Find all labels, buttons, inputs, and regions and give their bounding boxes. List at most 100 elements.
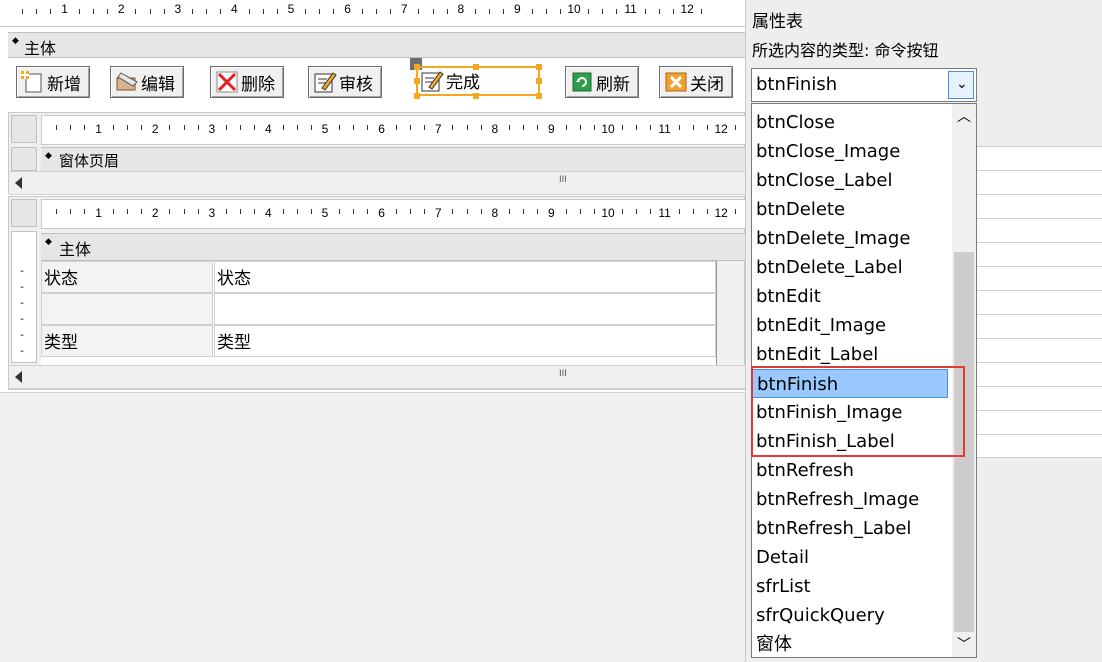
ruler-tick [56, 209, 58, 214]
resize-handle[interactable] [414, 93, 420, 99]
ruler-tick [84, 209, 86, 214]
command-button-review[interactable]: 审核 [308, 66, 382, 98]
new-record-icon [21, 70, 45, 94]
ruler-tick [701, 9, 703, 14]
ruler-number: 5 [287, 2, 295, 16]
ruler-tick [112, 209, 114, 214]
empty-design-area [0, 392, 745, 662]
ruler-tick [183, 125, 185, 130]
ruler-tick [220, 9, 222, 14]
resize-handle[interactable] [473, 93, 479, 99]
horizontal-scrollbar[interactable]: III [9, 171, 746, 195]
dropdown-option[interactable]: 窗体 [752, 630, 948, 657]
section-collapse-icon: ◆ [45, 237, 52, 247]
ruler-tick [395, 125, 397, 130]
resize-handle[interactable] [536, 78, 542, 84]
chevron-down-icon[interactable]: ﹀ [957, 634, 971, 654]
ruler-tick [409, 209, 411, 214]
field-label-type[interactable]: 类型 [41, 325, 213, 357]
field-label-blurred[interactable] [41, 293, 213, 325]
section-bar-form-header[interactable]: ◆ 窗体页眉 [41, 147, 746, 173]
dropdown-button[interactable]: ⌄ [948, 71, 974, 99]
command-button-delete[interactable]: 删除 [210, 66, 284, 98]
resize-handle[interactable] [536, 93, 542, 99]
vertical-ruler-mark: - [20, 344, 24, 357]
field-label-status[interactable]: 状态 [41, 261, 213, 293]
ruler-tick [310, 125, 312, 130]
dropdown-option[interactable]: btnClose_Label [752, 166, 948, 195]
grid-line [977, 194, 1102, 195]
ruler-tick [56, 125, 58, 130]
vertical-ruler: - - - - - - [11, 231, 37, 363]
finish-icon [420, 69, 444, 93]
grid-line [977, 386, 1102, 387]
command-button-edit[interactable]: 编辑 [110, 66, 184, 98]
scroll-left-arrow-icon[interactable] [15, 177, 22, 189]
grid-line [977, 266, 1102, 267]
ruler-tick [305, 9, 307, 14]
dropdown-option[interactable]: btnDelete_Label [752, 253, 948, 282]
dropdown-option[interactable]: btnEdit_Image [752, 311, 948, 340]
property-grid [976, 146, 1102, 458]
horizontal-scrollbar[interactable]: III [9, 365, 746, 389]
dropdown-option[interactable]: btnEdit [752, 282, 948, 311]
grid-line [977, 146, 1102, 147]
scroll-thumb-grip[interactable]: III [559, 175, 567, 185]
ruler-tick [92, 9, 94, 14]
ruler-number: 11 [658, 206, 671, 220]
ruler-number: 4 [231, 2, 238, 16]
resize-handle[interactable] [536, 64, 542, 70]
subform-list[interactable]: 1 2 3 4 5 6 7 8 9 10 11 12 - - - - - - ◆ 主体 状态 状态 类… [8, 196, 748, 390]
command-button-refresh[interactable]: 刷新 [565, 66, 639, 98]
dropdown-option[interactable]: sfrList [752, 572, 948, 601]
dropdown-option[interactable]: btnRefresh_Image [752, 485, 948, 514]
ruler-number: 12 [714, 206, 728, 220]
dropdown-option[interactable]: sfrQuickQuery [752, 601, 948, 630]
ruler-tick [559, 9, 561, 14]
command-button-label: 编辑 [141, 74, 175, 95]
dropdown-option[interactable]: btnDelete_Image [752, 224, 948, 253]
ruler-tick [424, 125, 426, 130]
ruler-number: 2 [117, 2, 125, 16]
control-selector-combobox[interactable]: btnFinish ⌄ [751, 68, 977, 102]
ruler-tick [225, 125, 227, 130]
ruler-tick [126, 209, 128, 214]
ruler-number: 3 [208, 206, 216, 220]
ruler-tick [602, 9, 604, 14]
dropdown-option[interactable]: btnDelete [752, 195, 948, 224]
command-button-finish[interactable]: 完成 [408, 58, 544, 102]
ruler-tick [206, 9, 208, 14]
field-textbox-type[interactable]: 类型 [214, 325, 716, 357]
dropdown-option[interactable]: Detail [752, 543, 948, 572]
field-textbox-status[interactable]: 状态 [214, 261, 716, 293]
ruler-tick [537, 209, 539, 214]
ruler-tick [644, 9, 646, 14]
command-button-new[interactable]: 新增 [16, 66, 90, 98]
command-button-label: 审核 [339, 74, 373, 95]
ruler-number: 1 [95, 122, 102, 136]
scroll-left-arrow-icon[interactable] [15, 371, 22, 383]
subform-quick-query[interactable]: 1 2 3 4 5 6 7 8 9 10 11 12 ◆ 窗体页眉 III [8, 112, 748, 195]
refresh-icon [570, 70, 594, 94]
dropdown-option[interactable]: btnClose [752, 108, 948, 137]
ruler-tick [339, 209, 341, 214]
ruler-number: 9 [514, 2, 521, 16]
ruler-tick [432, 9, 434, 14]
ruler-tick [735, 209, 737, 214]
dropdown-option[interactable]: btnRefresh_Label [752, 514, 948, 543]
vertical-scroll-gutter[interactable] [716, 261, 740, 365]
dropdown-option[interactable]: btnClose_Image [752, 137, 948, 166]
scroll-thumb-grip[interactable]: III [559, 369, 567, 379]
ruler-tick [282, 209, 284, 214]
command-button-close[interactable]: 关闭 [659, 66, 733, 98]
section-bar-main[interactable]: ◆ 主体 [8, 32, 745, 58]
field-textbox-blurred[interactable] [214, 293, 716, 325]
ruler-tick [262, 9, 264, 14]
ruler-tick [622, 125, 624, 130]
ruler-tick [508, 209, 510, 214]
section-bar-detail[interactable]: ◆ 主体 [41, 233, 746, 261]
chevron-up-icon[interactable]: ︿ [957, 106, 971, 126]
dropdown-option[interactable]: btnEdit_Label [752, 340, 948, 369]
vertical-ruler-mark: - [20, 312, 24, 325]
dropdown-option[interactable]: btnRefresh [752, 456, 948, 485]
